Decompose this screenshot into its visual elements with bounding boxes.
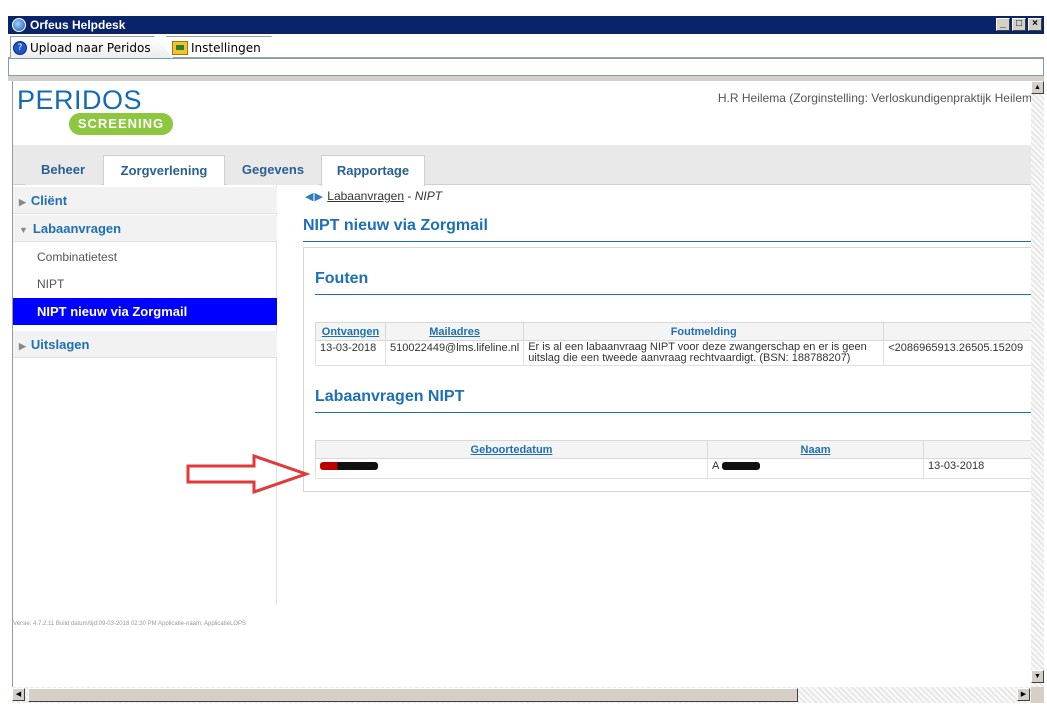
chevron-right-icon: ▶ (19, 341, 26, 351)
maximize-button[interactable]: □ (1012, 18, 1026, 31)
lab-requests-table: Geboortedatum Naam A 13-03-2018 (315, 440, 1031, 479)
annotation-arrow-icon (186, 454, 310, 494)
scroll-up-button[interactable]: ▲ (1031, 81, 1044, 94)
sidebar-item-label: Cliënt (30, 193, 68, 208)
chevron-right-icon: ▶ (19, 197, 26, 207)
app-frame: PERIDOS SCREENING H.R Heilema (Zorginste… (12, 81, 1031, 687)
table-row[interactable]: 13-03-2018 510022449@lms.lifeline.nl Er … (315, 340, 1031, 366)
sidebar: ▶ Cliënt ▼ Labaanvragen Combinatietest NIP… (13, 185, 277, 605)
horizontal-scrollbar[interactable]: ◀ ▶ (12, 687, 1031, 703)
name-initial: A (712, 460, 719, 472)
sidebar-item-nipt[interactable]: NIPT (13, 271, 277, 298)
app-header: PERIDOS SCREENING H.R Heilema (Zorginste… (13, 81, 1031, 141)
scroll-thumb[interactable] (28, 688, 798, 702)
scroll-left-button[interactable]: ◀ (12, 688, 25, 701)
user-info: H.R Heilema (Zorginstelling: Verloskundi… (717, 91, 1031, 105)
back-arrow-icon[interactable]: ◀ (305, 190, 313, 203)
scroll-right-button[interactable]: ▶ (1017, 688, 1030, 701)
column-header-geboortedatum[interactable]: Geboortedatum (315, 440, 708, 459)
forward-arrow-icon[interactable]: ▶ (314, 190, 322, 203)
cell-datum: 13-03-2018 (923, 458, 1031, 479)
peridos-logo: PERIDOS (17, 85, 143, 115)
errors-table: Ontvangen Mailadres Foutmelding 13-03-20… (315, 322, 1031, 366)
settings-button[interactable]: Instellingen (166, 36, 286, 58)
tab-beheer[interactable]: Beheer (25, 155, 101, 185)
page-title: NIPT nieuw via Zorgmail (303, 217, 488, 234)
cell-foutmelding: Er is al een labaanvraag NIPT voor deze … (523, 340, 885, 366)
chevron-down-icon: ▼ (19, 225, 28, 235)
main-nav: Beheer Zorgverlening Gegevens Rapportage (13, 145, 1031, 186)
settings-icon (172, 40, 188, 55)
settings-label: Instellingen (191, 40, 261, 55)
window-controls: _ □ × (996, 18, 1042, 31)
screening-logo: SCREENING (69, 113, 173, 135)
window-title: Orfeus Helpdesk (30, 18, 126, 32)
close-button[interactable]: × (1028, 18, 1042, 31)
sidebar-item-labaanvragen[interactable]: ▼ Labaanvragen (13, 215, 277, 242)
sidebar-item-combinatietest[interactable]: Combinatietest (13, 244, 277, 271)
table-header-row: Geboortedatum Naam (315, 440, 1031, 459)
errors-title: Fouten (315, 270, 369, 287)
upload-button[interactable]: ? Upload naar Peridos (10, 36, 174, 58)
toolbar: ? Upload naar Peridos Instellingen (8, 34, 1044, 58)
upload-icon: ? (13, 40, 27, 55)
sidebar-item-label: Labaanvragen (32, 221, 122, 236)
cell-mailadres: 510022449@lms.lifeline.nl (384, 340, 525, 366)
lab-requests-title: Labaanvragen NIPT (315, 388, 465, 405)
column-header-ontvangen[interactable]: Ontvangen (315, 322, 386, 341)
divider (315, 294, 1031, 295)
breadcrumb-link[interactable]: Labaanvragen (327, 189, 404, 203)
breadcrumb-separator: - (404, 189, 415, 203)
column-header-extra (883, 322, 1031, 341)
sidebar-item-nipt-zorgmail[interactable]: NIPT nieuw via Zorgmail (13, 298, 277, 325)
sidebar-item-label: Uitslagen (30, 337, 90, 352)
vertical-scrollbar[interactable]: ▲ ▼ (1031, 81, 1044, 687)
sidebar-item-uitslagen[interactable]: ▶ Uitslagen (13, 331, 277, 358)
version-footer: Versie: 4.7.2.11 Build datum/tijd:09-03-… (13, 621, 247, 627)
window-titlebar: Orfeus Helpdesk _ □ × (8, 16, 1044, 34)
content-panel: Fouten Ontvangen Mailadres Foutmelding 1… (303, 247, 1031, 492)
cell-ontvangen: 13-03-2018 (315, 340, 386, 366)
divider (315, 412, 1031, 413)
cell-naam: A (707, 458, 924, 479)
sidebar-item-client[interactable]: ▶ Cliënt (13, 187, 277, 214)
scroll-down-button[interactable]: ▼ (1031, 670, 1044, 683)
cell-geboortedatum (315, 458, 708, 479)
column-header-extra (923, 440, 1031, 459)
tab-rapportage[interactable]: Rapportage (321, 155, 425, 186)
tab-zorgverlening[interactable]: Zorgverlening (103, 155, 225, 186)
tab-gegevens[interactable]: Gegevens (227, 155, 319, 185)
column-header-mailadres[interactable]: Mailadres (384, 322, 525, 341)
scroll-corner (1031, 687, 1044, 703)
app-icon (12, 18, 26, 32)
column-header-naam[interactable]: Naam (707, 440, 924, 459)
redaction-mark (721, 462, 760, 471)
redaction-mark (320, 462, 378, 471)
table-row[interactable]: A 13-03-2018 (315, 458, 1031, 479)
divider (303, 241, 1031, 242)
breadcrumb: ◀▶ Labaanvragen - NIPT (305, 189, 442, 203)
column-header-foutmelding: Foutmelding (523, 322, 885, 341)
cell-message-id: <2086965913.26505.15209 (883, 340, 1031, 366)
main-content: ◀▶ Labaanvragen - NIPT NIPT nieuw via Zo… (287, 185, 1031, 595)
table-header-row: Ontvangen Mailadres Foutmelding (315, 322, 1031, 341)
address-bar[interactable] (8, 58, 1044, 76)
upload-label: Upload naar Peridos (30, 40, 151, 55)
breadcrumb-current: NIPT (414, 189, 443, 203)
minimize-button[interactable]: _ (996, 18, 1010, 31)
